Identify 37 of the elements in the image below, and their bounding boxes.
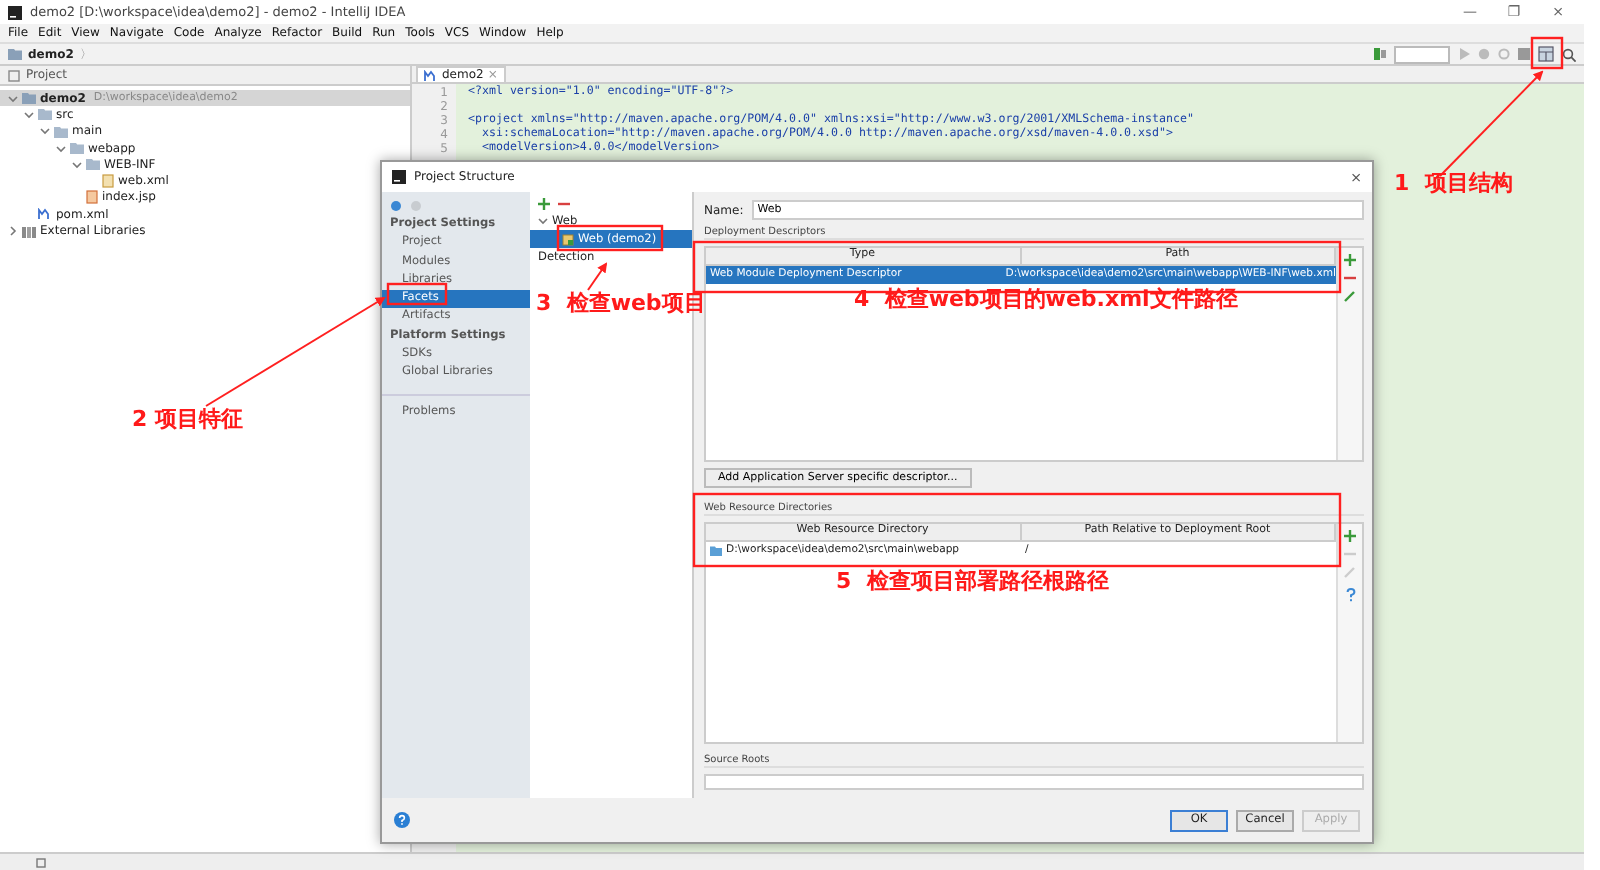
- help-icon[interactable]: [1345, 588, 1355, 603]
- maven-file-icon: [38, 208, 52, 221]
- chevron-icon[interactable]: [8, 226, 18, 237]
- play-icon[interactable]: [1458, 48, 1470, 60]
- add-icon[interactable]: [538, 198, 550, 210]
- chevron-icon[interactable]: [24, 109, 34, 120]
- annotation-label: 2 项目特征: [132, 404, 243, 434]
- library-icon: [22, 225, 36, 238]
- add-icon[interactable]: [1344, 530, 1356, 543]
- chevron-icon[interactable]: [538, 216, 548, 226]
- help-icon[interactable]: [394, 812, 410, 828]
- edit-icon[interactable]: [1344, 290, 1356, 302]
- chevron-icon[interactable]: [56, 143, 66, 154]
- chevron-icon[interactable]: [40, 126, 50, 137]
- chevron-icon[interactable]: [72, 159, 82, 170]
- app-logo-icon: [8, 5, 22, 19]
- folder-icon: [8, 48, 22, 60]
- annotation-frame: [1530, 36, 1564, 70]
- jsp-file-icon: [86, 190, 98, 205]
- annotation-arrow: [587, 262, 608, 291]
- maven-file-icon: [424, 69, 438, 81]
- annotation-label: 3 检查web项目: [536, 288, 706, 318]
- web-facet-icon: [562, 233, 574, 245]
- add-icon[interactable]: [1344, 254, 1356, 266]
- app-logo-icon: [392, 170, 406, 184]
- annotation-label: 5 检查项目部署路径根路径: [836, 566, 1109, 596]
- project-view-icon: [8, 69, 20, 81]
- xml-file-icon: [102, 174, 114, 189]
- panel-toggle-icon[interactable]: [36, 857, 46, 867]
- project-structure-icon[interactable]: [1538, 46, 1554, 62]
- search-icon[interactable]: [1562, 47, 1576, 61]
- annotation-label: 1 项目结构: [1394, 168, 1513, 198]
- annotation-label: 4 检查web项目的web.xml文件路径: [854, 284, 1238, 314]
- annotation-frame: [556, 224, 664, 252]
- run-configuration-dropdown[interactable]: [1394, 45, 1450, 63]
- chevron-icon[interactable]: [8, 93, 18, 104]
- annotation-frame: [386, 282, 448, 306]
